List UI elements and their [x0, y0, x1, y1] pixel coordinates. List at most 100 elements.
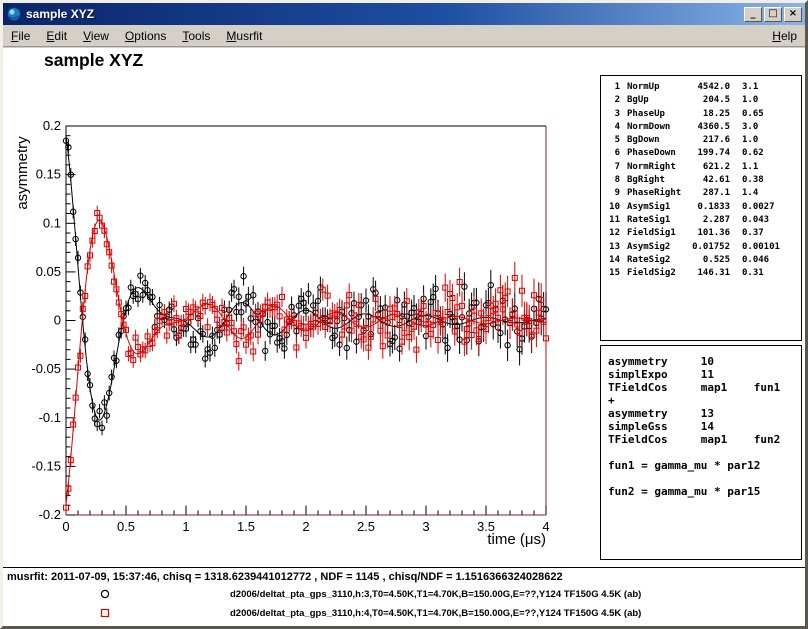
- plot-canvas[interactable]: sample XYZ0.20.150.10.050-0.05-0.1-0.15-…: [3, 48, 603, 567]
- param-error: 0.046: [730, 254, 801, 267]
- legend-label: d2006/deltat_pta_gps_3110,h:3,T0=4.50K,T…: [230, 589, 641, 600]
- param-value: 217.6: [684, 134, 730, 147]
- param-value: 4360.5: [684, 121, 730, 134]
- svg-text:2.5: 2.5: [357, 519, 375, 534]
- legend-circle-marker-icon: [98, 587, 112, 601]
- theory-line: TFieldCos map1 fun2: [608, 433, 801, 446]
- param-name: AsymSig2: [620, 241, 684, 254]
- param-num: 11: [605, 214, 620, 227]
- menu-right: Help: [764, 26, 805, 46]
- param-name: NormUp: [620, 81, 684, 94]
- param-name: RateSig2: [620, 254, 684, 267]
- parameter-table: 1NormUp4542.03.12BgUp204.51.03PhaseUp18.…: [601, 81, 801, 280]
- svg-text:0.2: 0.2: [43, 118, 61, 133]
- menu-item-help[interactable]: Help: [764, 26, 805, 46]
- param-num: 13: [605, 241, 620, 254]
- param-error: 0.38: [730, 174, 801, 187]
- theory-line: simpleGss 14: [608, 420, 801, 433]
- x-axis-title: time (μs): [487, 531, 546, 548]
- param-error: 0.0027: [730, 201, 801, 214]
- menu-item-edit[interactable]: Edit: [38, 26, 75, 46]
- svg-text:2: 2: [302, 519, 309, 534]
- param-num: 3: [605, 108, 620, 121]
- param-num: 14: [605, 254, 620, 267]
- param-num: 10: [605, 201, 620, 214]
- param-num: 9: [605, 187, 620, 200]
- param-name: PhaseRight: [620, 187, 684, 200]
- param-row: 4NormDown4360.53.0: [601, 121, 801, 134]
- menu-item-file[interactable]: File: [3, 26, 38, 46]
- canvas-area: sample XYZ0.20.150.10.050-0.05-0.1-0.15-…: [3, 48, 805, 626]
- theory-line: [608, 472, 801, 485]
- param-row: 11RateSig12.2870.043: [601, 214, 801, 227]
- menu-item-options[interactable]: Options: [117, 26, 174, 46]
- param-error: 1.4: [730, 187, 801, 200]
- svg-text:1: 1: [182, 519, 189, 534]
- param-row: 13AsymSig20.017520.00101: [601, 241, 801, 254]
- theory-line: TFieldCos map1 fun1: [608, 381, 801, 394]
- param-name: NormRight: [620, 161, 684, 174]
- app-icon: [6, 6, 22, 22]
- menu-item-view[interactable]: View: [75, 26, 117, 46]
- plot-title: sample XYZ: [44, 50, 144, 70]
- svg-text:0: 0: [54, 313, 61, 328]
- param-num: 5: [605, 134, 620, 147]
- menu-left: FileEditViewOptionsToolsMusrfit: [3, 26, 270, 46]
- param-name: BgUp: [620, 94, 684, 107]
- data-series-1: [63, 134, 548, 435]
- svg-text:0.15: 0.15: [36, 167, 61, 182]
- param-value: 4542.0: [684, 81, 730, 94]
- theory-box: asymmetry 10simplExpo 11TFieldCos map1 f…: [600, 345, 802, 560]
- menu-bar: FileEditViewOptionsToolsMusrfit Help: [3, 25, 805, 47]
- maximize-button[interactable]: □: [764, 7, 782, 22]
- legend-square-marker-icon: [98, 606, 112, 620]
- param-value: 287.1: [684, 187, 730, 200]
- param-name: BgDown: [620, 134, 684, 147]
- param-error: 0.00101: [730, 241, 801, 254]
- title-bar[interactable]: sample XYZ _ □ ×: [3, 3, 805, 25]
- param-error: 0.62: [730, 147, 801, 160]
- svg-text:3: 3: [422, 519, 429, 534]
- menu-item-tools[interactable]: Tools: [174, 26, 218, 46]
- param-error: 1.0: [730, 94, 801, 107]
- menu-item-musrfit[interactable]: Musrfit: [218, 26, 270, 46]
- param-num: 12: [605, 227, 620, 240]
- status-line: musrfit: 2011-07-09, 15:37:46, chisq = 1…: [7, 571, 803, 583]
- close-button[interactable]: ×: [784, 7, 802, 22]
- param-name: PhaseUp: [620, 108, 684, 121]
- param-row: 3PhaseUp18.250.65: [601, 108, 801, 121]
- legend-label: d2006/deltat_pta_gps_3110,h:4,T0=4.50K,T…: [230, 608, 641, 619]
- param-value: 621.2: [684, 161, 730, 174]
- app-window: sample XYZ _ □ × FileEditViewOptionsTool…: [0, 0, 808, 629]
- param-num: 15: [605, 267, 620, 280]
- param-name: NormDown: [620, 121, 684, 134]
- param-value: 2.287: [684, 214, 730, 227]
- param-value: 0.01752: [684, 241, 730, 254]
- theory-line: fun1 = gamma_mu * par12: [608, 459, 801, 472]
- svg-text:0.5: 0.5: [117, 519, 135, 534]
- param-row: 9PhaseRight287.11.4: [601, 187, 801, 200]
- param-name: BgRight: [620, 174, 684, 187]
- param-row: 2BgUp204.51.0: [601, 94, 801, 107]
- param-row: 10AsymSig10.18330.0027: [601, 201, 801, 214]
- parameter-box: 1NormUp4542.03.12BgUp204.51.03PhaseUp18.…: [600, 75, 802, 341]
- minimize-button[interactable]: _: [744, 7, 762, 22]
- separator-line: [3, 567, 805, 568]
- param-value: 101.36: [684, 227, 730, 240]
- param-value: 0.1833: [684, 201, 730, 214]
- svg-text:0.05: 0.05: [36, 264, 61, 279]
- param-name: AsymSig1: [620, 201, 684, 214]
- theory-line: asymmetry 13: [608, 407, 801, 420]
- param-num: 2: [605, 94, 620, 107]
- param-name: FieldSig2: [620, 267, 684, 280]
- error-bars: [66, 134, 546, 435]
- param-row: 7NormRight621.21.1: [601, 161, 801, 174]
- param-value: 18.25: [684, 108, 730, 121]
- param-value: 42.61: [684, 174, 730, 187]
- data-series-2: [64, 206, 549, 515]
- param-error: 0.65: [730, 108, 801, 121]
- param-value: 204.5: [684, 94, 730, 107]
- param-row: 8BgRight42.610.38: [601, 174, 801, 187]
- param-name: PhaseDown: [620, 147, 684, 160]
- theory-line: fun2 = gamma_mu * par15: [608, 485, 801, 498]
